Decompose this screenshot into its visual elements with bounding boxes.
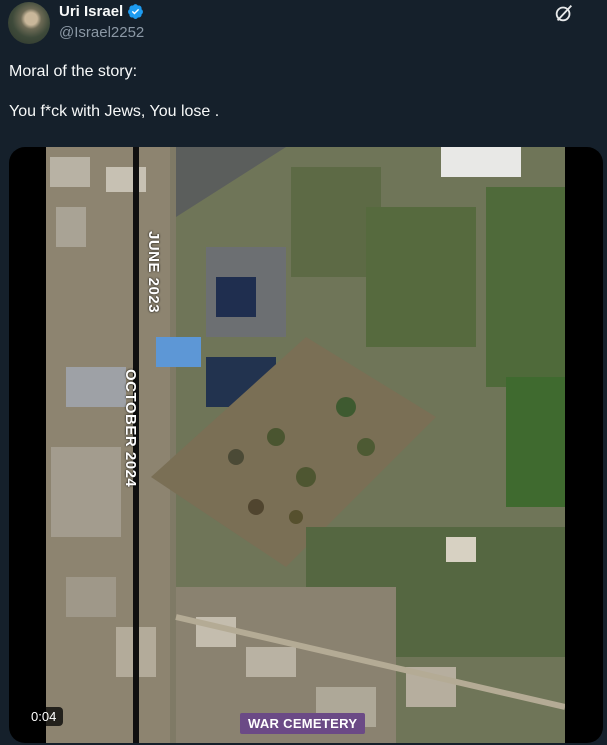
author-handle[interactable]: @Israel2252: [59, 24, 144, 41]
author-name-row: Uri Israel: [59, 3, 144, 20]
date-label-june: JUNE 2023: [145, 231, 162, 314]
video-player[interactable]: JUNE 2023 OCTOBER 2024 WAR CEMETERY 0:04: [9, 147, 603, 743]
tweet-text: Moral of the story: You f*ck with Jews, …: [9, 63, 220, 120]
video-timestamp: 0:04: [24, 707, 64, 726]
verified-badge-icon: [128, 4, 144, 19]
display-name[interactable]: Uri Israel: [59, 3, 123, 20]
grok-icon[interactable]: [553, 2, 575, 24]
avatar[interactable]: [8, 2, 50, 44]
date-label-october: OCTOBER 2024: [122, 369, 139, 488]
caption-badge: WAR CEMETERY: [240, 713, 366, 734]
